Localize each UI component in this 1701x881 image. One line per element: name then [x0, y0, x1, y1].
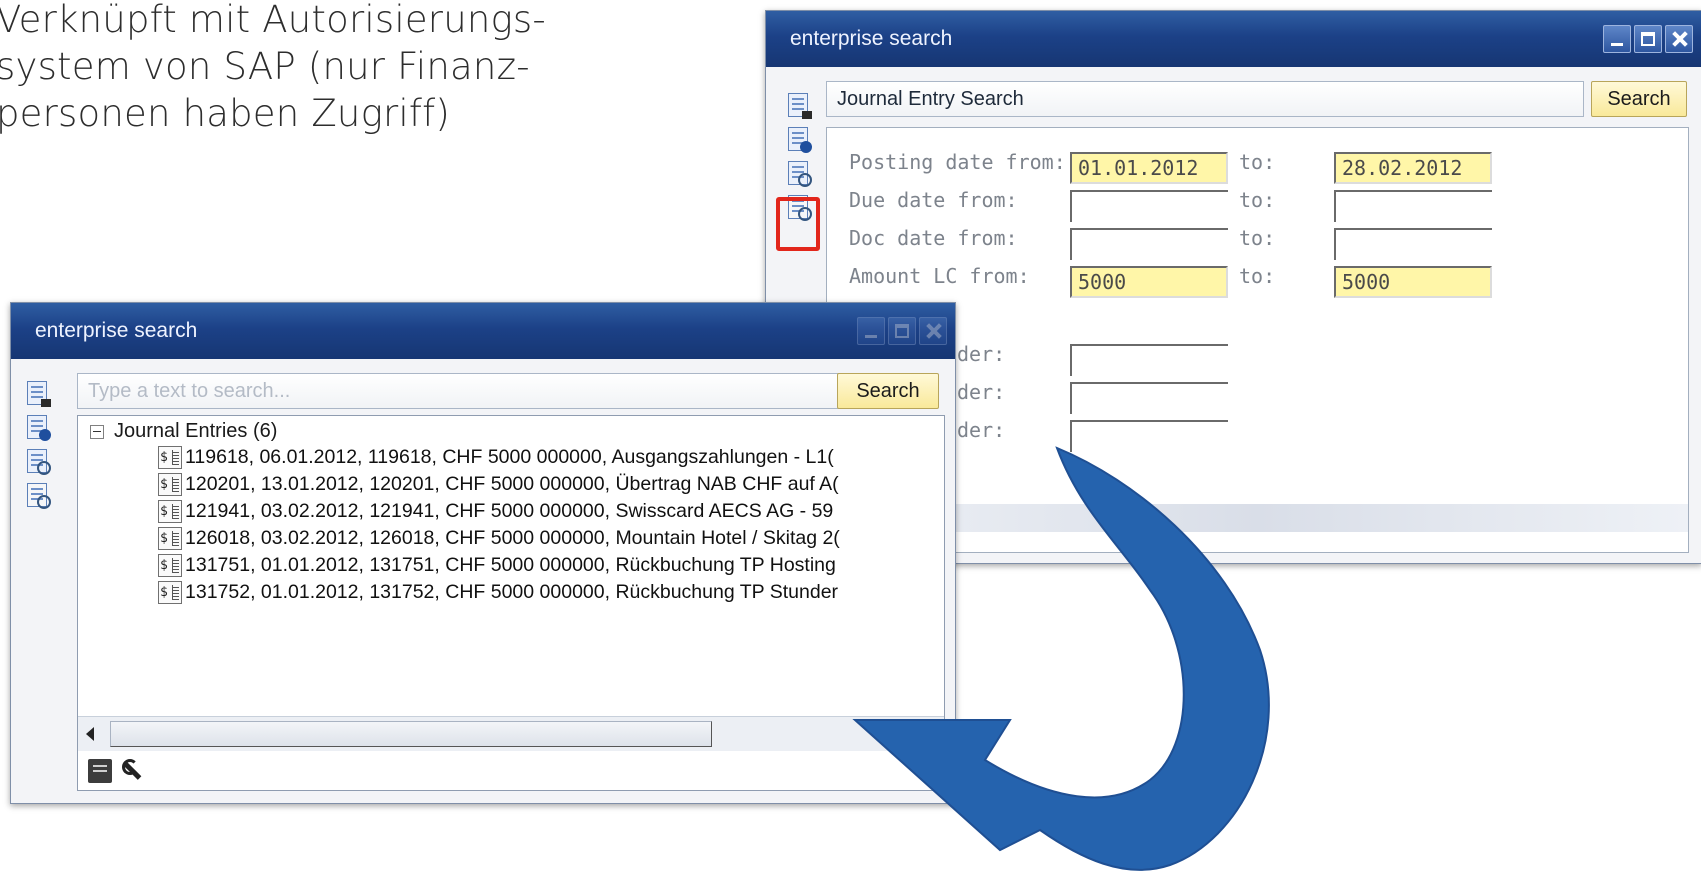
curved-arrow	[852, 446, 1270, 871]
curved-arrow-graphic	[852, 446, 1270, 871]
